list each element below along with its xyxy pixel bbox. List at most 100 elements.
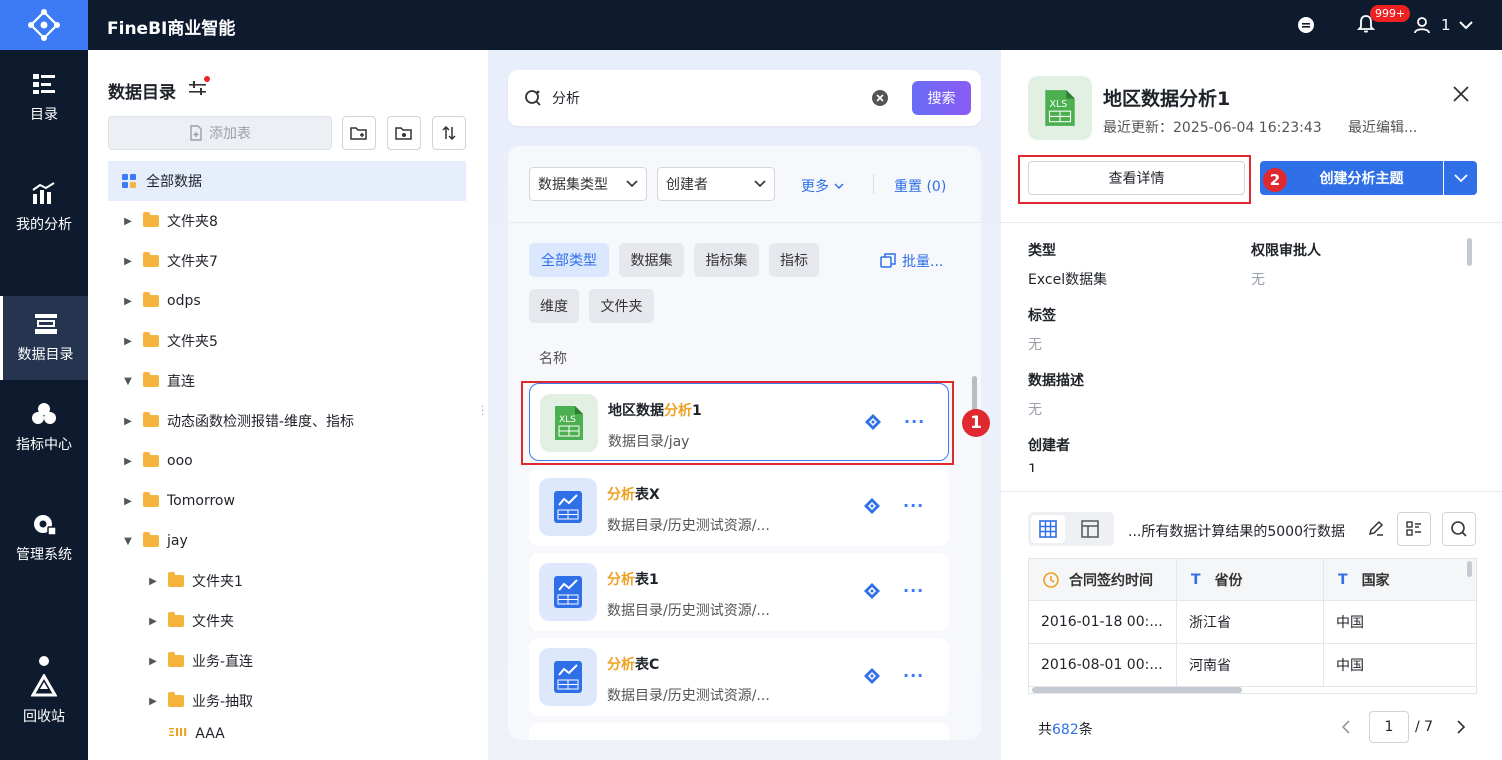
tree-item-table[interactable]: ΞIII AAA [146,726,225,746]
app-title: FineBI商业智能 [107,19,236,39]
resize-handle[interactable]: · · · [481,403,484,421]
tree-item-all-data[interactable]: 全部数据 [108,161,466,201]
table-header-cell[interactable]: T 国家 [1324,559,1476,601]
result-path: 数据目录/历史测试资源/... [607,688,770,704]
folder-icon [143,492,159,507]
more-options-icon[interactable]: ··· [903,581,924,600]
nav-item-my-analysis[interactable]: 我的分析 [0,166,88,250]
nav-label: 回收站 [23,709,65,725]
caret-right-icon: ▶ [149,575,157,587]
tree-item-folder[interactable]: ▶ 文件夹7 [121,241,218,281]
link-diamond-icon[interactable] [863,582,881,600]
tree-item-folder[interactable]: ▶ 业务-直连 [146,641,253,681]
user-icon[interactable] [1413,16,1431,38]
create-topic-button[interactable]: 创建分析主题 [1260,161,1443,195]
table-header-cell[interactable]: T 省份 [1177,559,1324,601]
nav-label: 数据目录 [17,347,74,363]
nav-item-admin[interactable]: 管理系统 [0,496,88,580]
search-preview-button[interactable] [1442,512,1476,546]
prev-page-icon[interactable] [1341,720,1351,738]
divider [508,222,981,223]
annotation-marker-1: 1 [962,409,990,437]
nav-item-catalog[interactable]: 目录 [0,56,88,140]
table-cell: 2016-01-18 00:... [1029,601,1177,644]
dataset-type-dropdown[interactable]: 数据集类型 [529,167,647,201]
data-catalog-panel: 数据目录 添加表 全部数据 ▶ 文件夹8 ▶ 文件夹7 ▶ odps ▶ 文件夹5 ▼ 直… [88,50,488,760]
result-card-partial[interactable] [529,723,949,740]
nav-item-metric-center[interactable]: 指标中心 [0,386,88,470]
add-folder-button[interactable] [342,116,376,150]
sort-button[interactable] [432,116,466,150]
horizontal-scrollbar[interactable] [1032,687,1242,693]
scrollbar-thumb[interactable] [1467,238,1472,266]
message-icon[interactable] [1297,16,1315,38]
tree-item-folder[interactable]: ▼ jay [121,521,188,561]
chevron-down-icon[interactable] [1459,18,1473,34]
search-button[interactable]: 搜索 [912,81,971,115]
result-card[interactable]: 分析表X 数据目录/历史测试资源/... ··· [529,468,949,546]
result-title: 分析表1 [607,572,659,588]
folder-icon [168,572,184,587]
sort-icon [442,125,456,141]
visibility-folder-button[interactable] [387,116,421,150]
search-icon [525,90,541,106]
batch-button[interactable]: 批量... [880,251,943,271]
tree-item-folder[interactable]: ▶ ooo [121,441,193,481]
chip-folder[interactable]: 文件夹 [589,289,654,323]
tree-item-folder[interactable]: ▶ 文件夹8 [121,201,218,241]
tree-item-folder[interactable]: ▶ 文件夹1 [146,561,243,601]
grid-view-button[interactable] [1031,515,1065,543]
result-card[interactable]: 分析表1 数据目录/历史测试资源/... ··· [529,553,949,631]
tree-item-folder[interactable]: ▶ 文件夹 [146,601,234,641]
chip-metric-set[interactable]: 指标集 [694,243,759,277]
creator-dropdown[interactable]: 创建者 [657,167,775,201]
chip-all-types[interactable]: 全部类型 [529,243,609,277]
tree-item-folder[interactable]: ▶ odps [121,281,201,321]
clear-icon[interactable] [872,90,888,110]
text-type-icon: T [1338,571,1348,588]
top-bar: FineBI商业智能 999+ 1 [0,0,1502,50]
page-total: / 7 [1415,719,1434,735]
chip-metric[interactable]: 指标 [769,243,819,277]
nav-item-data-catalog[interactable]: 数据目录 [0,296,88,380]
app-logo[interactable] [0,0,88,50]
close-icon[interactable] [1453,86,1469,106]
add-table-button[interactable]: 添加表 [108,116,332,150]
create-topic-dropdown[interactable] [1444,161,1477,195]
search-results-panel: 搜索 数据集类型 创建者 更多 重置 (0) 全部类型 数据集 指标集 指标 批… [488,50,1001,760]
field-desc-value: 无 [1028,402,1042,418]
tree-item-folder[interactable]: ▶ 文件夹5 [121,321,218,361]
data-catalog-icon [34,314,57,334]
vertical-scrollbar[interactable] [1467,561,1472,577]
caret-right-icon: ▶ [149,655,157,667]
filter-settings-icon[interactable] [188,76,210,102]
more-options-icon[interactable]: ··· [903,496,924,515]
nav-item-recycle[interactable]: 回收站 [0,636,88,746]
batch-copy-icon [880,253,896,268]
tree-item-folder[interactable]: ▶ Tomorrow [121,481,235,521]
link-diamond-icon[interactable] [863,667,881,685]
chevron-down-icon [1453,173,1468,182]
reset-button[interactable]: 重置 (0) [894,176,946,196]
folder-icon [143,372,159,387]
table-header-cell[interactable]: 合同签约时间 [1029,559,1177,601]
clock-icon [1043,571,1059,588]
search-input[interactable] [552,86,852,110]
tree-item-folder[interactable]: ▶ 动态函数检测报错-维度、指标 [121,401,354,441]
result-card[interactable]: 分析表C 数据目录/历史测试资源/... ··· [529,638,949,716]
layout-view-button[interactable] [1073,515,1107,543]
table-cell: 河南省 [1177,644,1324,687]
chip-dataset[interactable]: 数据集 [619,243,684,277]
page-input[interactable]: 1 [1369,711,1409,743]
link-diamond-icon[interactable] [863,497,881,515]
field-settings-button[interactable] [1397,512,1431,546]
chip-dimension[interactable]: 维度 [529,289,579,323]
tree-item-folder[interactable]: ▼ 直连 [121,361,195,401]
logo-icon [28,9,60,41]
tree-item-folder[interactable]: ▶ 业务-抽取 [146,681,253,721]
user-name[interactable]: 1 [1441,16,1451,34]
more-filters-button[interactable]: 更多 [801,176,844,196]
next-page-icon[interactable] [1456,720,1466,738]
more-options-icon[interactable]: ··· [903,666,924,685]
edit-icon[interactable] [1367,519,1385,541]
